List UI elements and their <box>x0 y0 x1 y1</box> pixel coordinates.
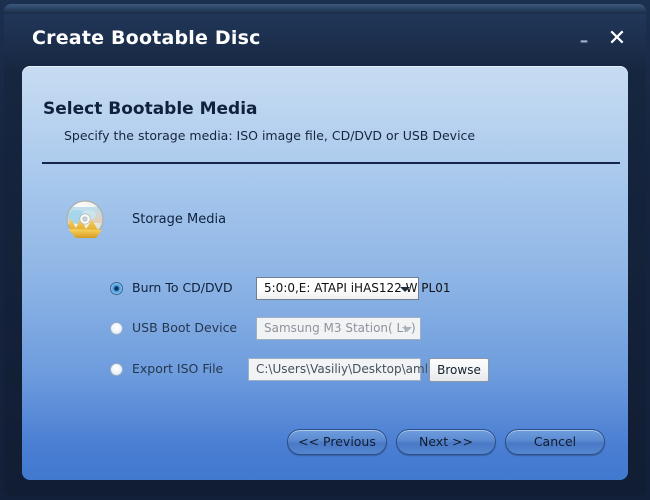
radio-usb-boot-device[interactable] <box>110 322 123 335</box>
window-frame: Create Bootable Disc – ✕ Select Bootable… <box>4 4 646 496</box>
storage-media-row: Storage Media <box>62 197 312 247</box>
storage-media-label: Storage Media <box>132 212 227 227</box>
titlebar-highlight-strip <box>4 4 646 14</box>
option-label-usb-boot-device: USB Boot Device <box>132 320 238 335</box>
cancel-button[interactable]: Cancel <box>505 429 605 455</box>
header-divider <box>42 162 620 164</box>
radio-burn-to-cd-dvd[interactable] <box>110 282 123 295</box>
application-window: Create Bootable Disc – ✕ Select Bootable… <box>0 0 650 500</box>
dropdown-cd-dvd-device[interactable]: 5:0:0,E: ATAPI iHAS122 W PL01 <box>256 277 451 300</box>
browse-button[interactable]: Browse <box>429 358 489 382</box>
window-title: Create Bootable Disc <box>32 27 261 49</box>
option-row-usb-boot-device: USB Boot Device Samsung M3 Station( L: ) <box>110 317 510 343</box>
iso-file-path-input[interactable]: C:\Users\Vasiliy\Desktop\amlnx.iso <box>248 358 464 381</box>
button-bar: << Previous Next >> Cancel <box>22 429 628 469</box>
option-label-export-iso-file: Export ISO File <box>132 361 224 376</box>
close-button[interactable]: ✕ <box>606 26 628 52</box>
content-panel: Select Bootable Media Specify the storag… <box>22 66 628 480</box>
chevron-down-icon <box>400 287 410 292</box>
dropdown-cd-dvd-device-value: 5:0:0,E: ATAPI iHAS122 W PL01 <box>264 281 451 295</box>
previous-button[interactable]: << Previous <box>287 429 387 455</box>
minimize-button[interactable]: – <box>575 33 593 54</box>
title-bar: Create Bootable Disc – ✕ <box>4 14 646 64</box>
dropdown-usb-device[interactable]: Samsung M3 Station( L: ) <box>256 317 421 340</box>
radio-export-iso-file[interactable] <box>110 363 123 376</box>
option-row-export-iso-file: Export ISO File C:\Users\Vasiliy\Desktop… <box>110 358 560 384</box>
page-subtitle: Specify the storage media: ISO image fil… <box>64 128 476 143</box>
next-button[interactable]: Next >> <box>396 429 496 455</box>
option-row-burn-to-cd-dvd: Burn To CD/DVD 5:0:0,E: ATAPI iHAS122 W … <box>110 277 510 303</box>
chevron-down-icon <box>402 327 412 332</box>
dropdown-usb-device-value: Samsung M3 Station( L: ) <box>264 321 416 335</box>
storage-media-disc-icon <box>62 197 108 243</box>
page-title: Select Bootable Media <box>43 99 258 119</box>
option-label-burn-to-cd-dvd: Burn To CD/DVD <box>132 280 233 295</box>
